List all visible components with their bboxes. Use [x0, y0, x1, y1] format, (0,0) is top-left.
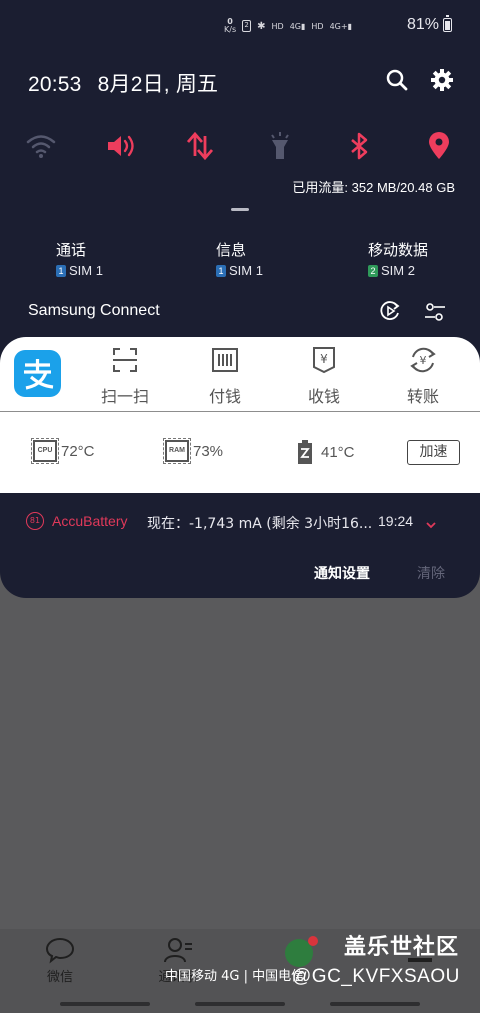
svg-text:¥: ¥: [420, 354, 427, 367]
alipay-scan-button[interactable]: 扫一扫: [90, 345, 160, 407]
carrier-label: 中国移动 4G | 中国电信: [165, 969, 305, 984]
sim-setting-mobile-data[interactable]: 移动数据 2 SIM 2: [368, 239, 428, 278]
network-speed: 0 K/s: [224, 17, 237, 34]
alipay-widget: 扫一扫 付钱 ¥ 收钱 ¥ 转账: [0, 337, 480, 412]
ram-usage: RAM 73%: [163, 438, 223, 464]
svg-text:¥: ¥: [320, 352, 328, 366]
alipay-action-label: 转账: [406, 387, 439, 406]
qs-sound-toggle[interactable]: [105, 130, 137, 162]
search-icon[interactable]: [385, 68, 409, 92]
qs-wifi-toggle[interactable]: [25, 130, 57, 162]
device-filter-icon[interactable]: [424, 301, 446, 323]
sim-name: SIM 2: [381, 263, 415, 278]
sim-setting-calls[interactable]: 通话 1 SIM 1: [56, 239, 103, 278]
alipay-action-label: 扫一扫: [100, 387, 149, 406]
accubattery-notification[interactable]: 81 AccuBattery: [26, 512, 127, 530]
chat-icon: [45, 937, 75, 964]
location-icon: [429, 132, 449, 159]
speed-up-button[interactable]: 加速: [407, 440, 460, 465]
alipay-action-label: 收钱: [307, 387, 340, 406]
alipay-receive-button[interactable]: ¥ 收钱: [289, 345, 359, 407]
sim-setting-title: 信息: [216, 241, 247, 259]
battery-temp-icon: [298, 440, 312, 464]
sim-badge: 2: [368, 264, 378, 277]
scan-icon: [113, 348, 137, 372]
data-usage-label: 已用流量: 352 MB/20.48 GB: [292, 180, 455, 195]
status-bar: 0 K/s 2 ✱ HD 4G▮ HD 4G+▮ 81%: [224, 15, 452, 34]
signal-icon-2: 4G+▮: [329, 21, 352, 31]
contacts-icon: [164, 938, 192, 963]
gear-icon[interactable]: [430, 68, 454, 92]
flashlight-icon: [271, 132, 289, 159]
battery-icon: [443, 15, 452, 32]
clock-date[interactable]: 20:53 8月2日, 周五: [28, 68, 218, 98]
gesture-bar-right: [330, 1002, 420, 1006]
bluetooth-status-icon: ✱: [257, 20, 266, 32]
system-monitor-widget: CPU 72°C RAM 73% 41°C 加速: [0, 412, 480, 493]
gesture-bar-left: [60, 1002, 150, 1006]
barcode-icon: [212, 348, 238, 372]
qs-bluetooth-toggle[interactable]: [343, 130, 375, 162]
bluetooth-icon: [351, 132, 368, 160]
qs-location-toggle[interactable]: [423, 130, 455, 162]
sim-name: SIM 1: [69, 263, 103, 278]
sim-badge: 1: [56, 264, 66, 277]
watermark-title: 盖乐世社区: [344, 935, 460, 960]
alipay-transfer-button[interactable]: ¥ 转账: [388, 345, 458, 407]
bottom-nav-label: 微信: [46, 970, 73, 985]
quick-settings-row: [0, 130, 480, 162]
alipay-logo[interactable]: [14, 350, 61, 397]
sim-icon: 2: [242, 20, 252, 32]
accubattery-icon: 81: [26, 512, 44, 530]
sim-name: SIM 1: [229, 263, 263, 278]
transfer-icon: ¥: [410, 347, 436, 373]
network-type-2: HD: [311, 21, 324, 31]
cpu-temperature: CPU 72°C: [31, 438, 95, 464]
sim-setting-title: 移动数据: [368, 241, 429, 259]
notification-settings-button[interactable]: 通知设置: [314, 563, 370, 583]
shade-drag-handle[interactable]: [231, 208, 249, 211]
signal-icon-1: 4G▮: [289, 21, 306, 31]
wifi-icon: [26, 135, 56, 158]
watermark-user: @GC_KVFXSAOU: [292, 966, 460, 987]
discover-icon: [285, 936, 318, 967]
accubattery-text: 现在：-1,743 mA (剩余 3小时16...: [147, 516, 373, 532]
qs-mobile-data-toggle[interactable]: [184, 130, 216, 162]
sim-setting-title: 通话: [56, 241, 87, 259]
accubattery-app-name: AccuBattery: [52, 513, 128, 529]
network-type-1: HD: [271, 21, 284, 31]
qs-flashlight-toggle[interactable]: [264, 130, 296, 162]
accubattery-time: 19:24: [378, 513, 414, 529]
clear-notifications-button[interactable]: 清除: [417, 563, 445, 583]
chevron-down-icon[interactable]: [425, 516, 437, 529]
receive-money-icon: ¥: [313, 347, 335, 374]
battery-temperature: 41°C: [297, 440, 355, 464]
clock-time: 20:53: [28, 73, 82, 96]
samsung-connect-title[interactable]: Samsung Connect: [28, 302, 160, 320]
alipay-pay-button[interactable]: 付钱: [190, 345, 260, 407]
data-transfer-icon: [186, 131, 214, 161]
date-label: 8月2日, 周五: [97, 73, 219, 96]
smart-view-icon[interactable]: [379, 300, 401, 322]
gesture-bar-center: [195, 1002, 285, 1006]
sim-setting-messages[interactable]: 信息 1 SIM 1: [216, 239, 263, 278]
alipay-action-label: 付钱: [208, 387, 241, 406]
cpu-chip-icon: CPU: [31, 438, 59, 464]
sim-badge: 1: [216, 264, 226, 277]
volume-icon: [108, 135, 134, 157]
bottom-nav-wechat: 微信: [20, 936, 100, 985]
ram-chip-icon: RAM: [163, 438, 191, 464]
battery-percent: 81%: [406, 16, 439, 33]
